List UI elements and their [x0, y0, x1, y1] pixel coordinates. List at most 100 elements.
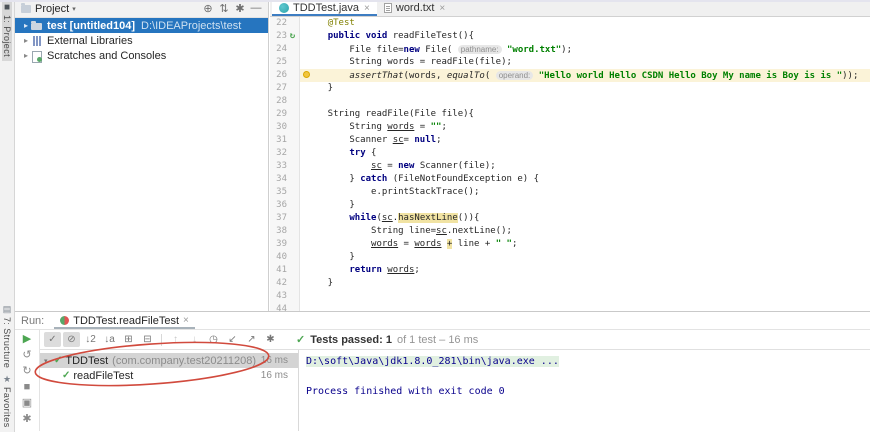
chevron-down-icon[interactable]: ▾: [72, 5, 76, 13]
gutter-fold-area: [287, 225, 298, 238]
project-tree-item[interactable]: ▸test [untitled104]D:\IDEAProjects\test: [15, 18, 268, 33]
rerun-failed-tests-icon[interactable]: ↺: [19, 348, 35, 362]
more-settings-icon[interactable]: ✱: [19, 412, 35, 426]
code-text: e.printStackTrace();: [300, 186, 870, 199]
export-test-results-icon[interactable]: ↗: [243, 332, 260, 347]
project-tree-item[interactable]: ▸Scratches and Consoles: [15, 48, 268, 63]
settings-icon[interactable]: ✱: [232, 2, 248, 15]
code-line[interactable]: 41 return words;: [270, 264, 870, 277]
code-line[interactable]: 23↻ public void readFileTest(){: [270, 30, 870, 43]
test-history-icon[interactable]: ◷: [205, 332, 222, 347]
code-line[interactable]: 38 String line=sc.nextLine();: [270, 225, 870, 238]
editor-gutter: 33: [270, 160, 300, 173]
code-line[interactable]: 30 String words = "";: [270, 121, 870, 134]
close-icon[interactable]: ×: [183, 315, 189, 326]
code-line[interactable]: 24 File file=new File( pathname: "word.t…: [270, 43, 870, 56]
project-icon: ■: [4, 2, 10, 13]
sort-alphabetically-icon[interactable]: ↓a: [101, 332, 118, 347]
code-text: File file=new File( pathname: "word.txt"…: [300, 43, 870, 56]
hide-panel-icon[interactable]: —: [248, 2, 264, 15]
dump-threads-icon[interactable]: ▣: [19, 396, 35, 410]
code-line[interactable]: 44: [270, 303, 870, 311]
tool-window-button-project[interactable]: ■ 1: Project: [2, 0, 12, 61]
code-line[interactable]: 37 while(sc.hasNextLine()){: [270, 212, 870, 225]
line-number: 40: [270, 251, 287, 264]
code-line[interactable]: 29 String readFile(File file){: [270, 108, 870, 121]
editor-gutter: 32: [270, 147, 300, 160]
test-name: TDDTest: [65, 355, 108, 367]
chevron-right-icon[interactable]: ▸: [21, 51, 31, 60]
code-line[interactable]: 28: [270, 95, 870, 108]
editor-gutter: 34: [270, 173, 300, 186]
code-line[interactable]: 31 Scanner sc= null;: [270, 134, 870, 147]
run-console[interactable]: D:\soft\Java\jdk1.8.0_281\bin\java.exe .…: [298, 350, 870, 431]
editor-body[interactable]: 22 @Test23↻ public void readFileTest(){2…: [270, 17, 870, 311]
show-ignored-icon[interactable]: ⊘: [63, 332, 80, 347]
editor-gutter: 29: [270, 108, 300, 121]
line-number: 24: [270, 43, 287, 56]
editor-tab[interactable]: word.txt×: [377, 0, 452, 16]
line-number: 33: [270, 160, 287, 173]
collapse-all-icon[interactable]: ⇅: [216, 2, 232, 15]
code-line[interactable]: 40 }: [270, 251, 870, 264]
project-panel-title[interactable]: Project: [35, 3, 69, 15]
show-passed-icon[interactable]: ✓: [44, 332, 61, 347]
test-settings-icon[interactable]: ✱: [262, 332, 279, 347]
editor-tab[interactable]: TDDTest.java×: [272, 0, 377, 16]
code-text: String words = "";: [300, 121, 870, 134]
structure-icon: ▤: [3, 304, 12, 315]
intention-bulb-icon[interactable]: [303, 71, 310, 78]
code-text: public void readFileTest(){: [300, 30, 870, 43]
code-line[interactable]: 27 }: [270, 82, 870, 95]
code-text: while(sc.hasNextLine()){: [300, 212, 870, 225]
test-tree-row[interactable]: ▾✓TDDTest(com.company.test20211208)16 ms: [40, 353, 298, 368]
code-line[interactable]: 25 String words = readFile(file);: [270, 56, 870, 69]
close-icon[interactable]: ×: [364, 3, 370, 14]
gutter-fold-area: [287, 43, 298, 56]
test-tree-row[interactable]: ✓readFileTest16 ms: [40, 368, 298, 383]
locate-icon[interactable]: ⊕: [200, 2, 216, 15]
code-line[interactable]: 43: [270, 290, 870, 303]
previous-failed-test-icon[interactable]: ↑: [167, 332, 184, 347]
stop-icon[interactable]: ■: [19, 380, 35, 394]
code-text: String readFile(File file){: [300, 108, 870, 121]
project-tree-item[interactable]: ▸External Libraries: [15, 33, 268, 48]
toggle-auto-test-icon[interactable]: ↻: [19, 364, 35, 378]
run-test-gutter-icon[interactable]: ↻: [287, 30, 298, 43]
tests-passed-detail: of 1 test – 16 ms: [397, 334, 478, 346]
code-text: [300, 95, 870, 108]
close-icon[interactable]: ×: [439, 3, 445, 14]
line-number: 35: [270, 186, 287, 199]
code-line[interactable]: 34 } catch (FileNotFoundException e) {: [270, 173, 870, 186]
rerun-icon[interactable]: ▶: [19, 332, 35, 346]
code-line[interactable]: 36 }: [270, 199, 870, 212]
tests-passed-check-icon: ✓: [296, 333, 305, 346]
chevron-right-icon[interactable]: ▸: [21, 36, 31, 45]
code-line[interactable]: 32 try {: [270, 147, 870, 160]
tool-window-button-label: 1: Project: [2, 15, 12, 57]
sort-by-duration-icon[interactable]: ↓2: [82, 332, 99, 347]
gutter-fold-area: [287, 290, 298, 303]
collapse-all-icon[interactable]: ⊟: [139, 332, 156, 347]
code-text: [300, 303, 870, 311]
chevron-right-icon[interactable]: ▸: [21, 21, 31, 30]
gutter-fold-area: [287, 251, 298, 264]
tool-window-button-label: Favorites: [2, 387, 12, 428]
code-line[interactable]: 42 }: [270, 277, 870, 290]
project-tree-item-label: test [untitled104]: [47, 20, 135, 32]
tool-window-button-structure[interactable]: ▤7: Structure: [2, 302, 12, 372]
run-config-tab[interactable]: TDDTest.readFileTest ×: [54, 312, 195, 329]
chevron-down-icon[interactable]: ▾: [44, 357, 54, 365]
next-failed-test-icon[interactable]: ↓: [186, 332, 203, 347]
console-line: Process finished with exit code 0: [306, 384, 870, 399]
code-line[interactable]: 22 @Test: [270, 17, 870, 30]
expand-all-icon[interactable]: ⊞: [120, 332, 137, 347]
code-line[interactable]: 39 words = words + line + " ";: [270, 238, 870, 251]
code-line[interactable]: 35 e.printStackTrace();: [270, 186, 870, 199]
tool-window-button-favorites[interactable]: ★Favorites: [2, 372, 12, 432]
code-line[interactable]: 26 assertThat(words, equalTo( operand: "…: [270, 69, 870, 82]
import-test-results-icon[interactable]: ↙: [224, 332, 241, 347]
code-line[interactable]: 33 sc = new Scanner(file);: [270, 160, 870, 173]
run-label: Run:: [21, 315, 44, 327]
code-text: }: [300, 199, 870, 212]
